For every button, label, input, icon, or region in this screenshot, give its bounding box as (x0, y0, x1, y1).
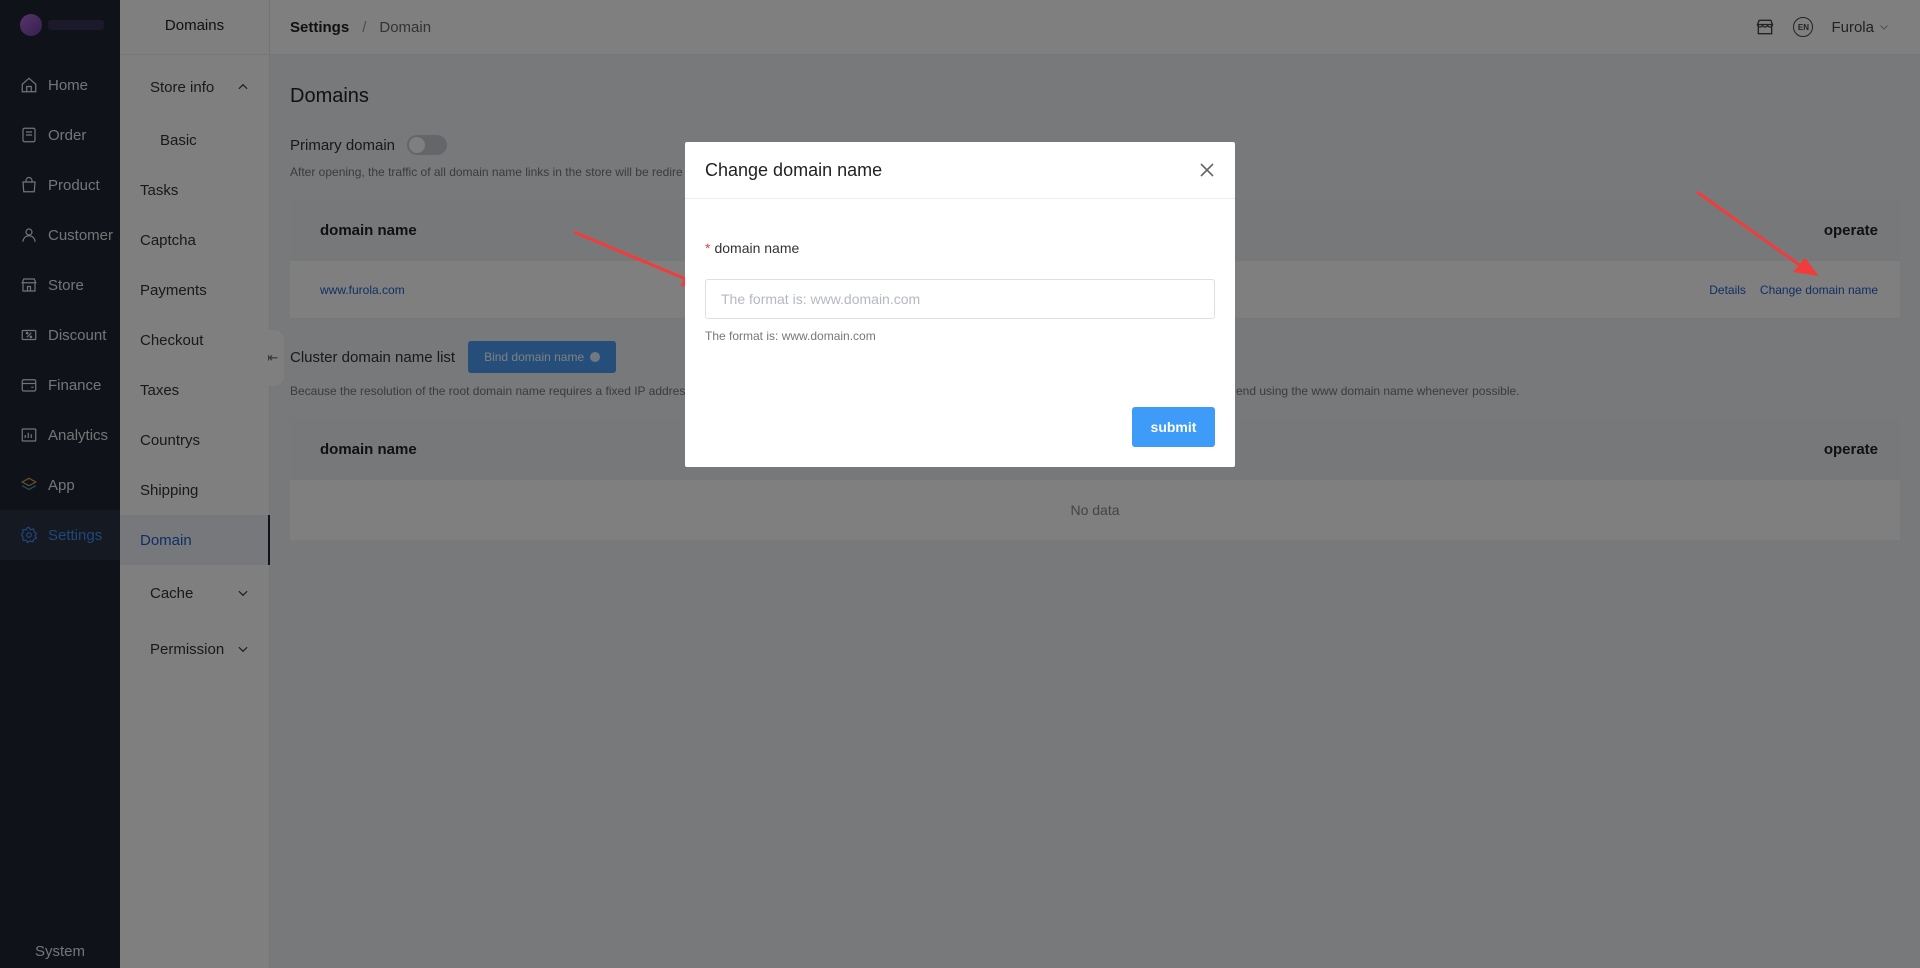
field-label-text: domain name (714, 240, 800, 256)
annotation-arrow-right (1696, 190, 1819, 276)
domain-field-label: * domain name (705, 240, 799, 256)
required-mark: * (705, 240, 711, 256)
close-icon[interactable] (1199, 162, 1215, 178)
change-domain-modal: Change domain name * domain name The form… (685, 142, 1235, 467)
modal-title: Change domain name (705, 159, 883, 180)
domain-name-input[interactable] (705, 279, 1215, 319)
modal-header: Change domain name (685, 142, 1235, 199)
domain-format-hint: The format is: www.domain.com (705, 329, 876, 343)
submit-button[interactable]: submit (1132, 407, 1215, 447)
